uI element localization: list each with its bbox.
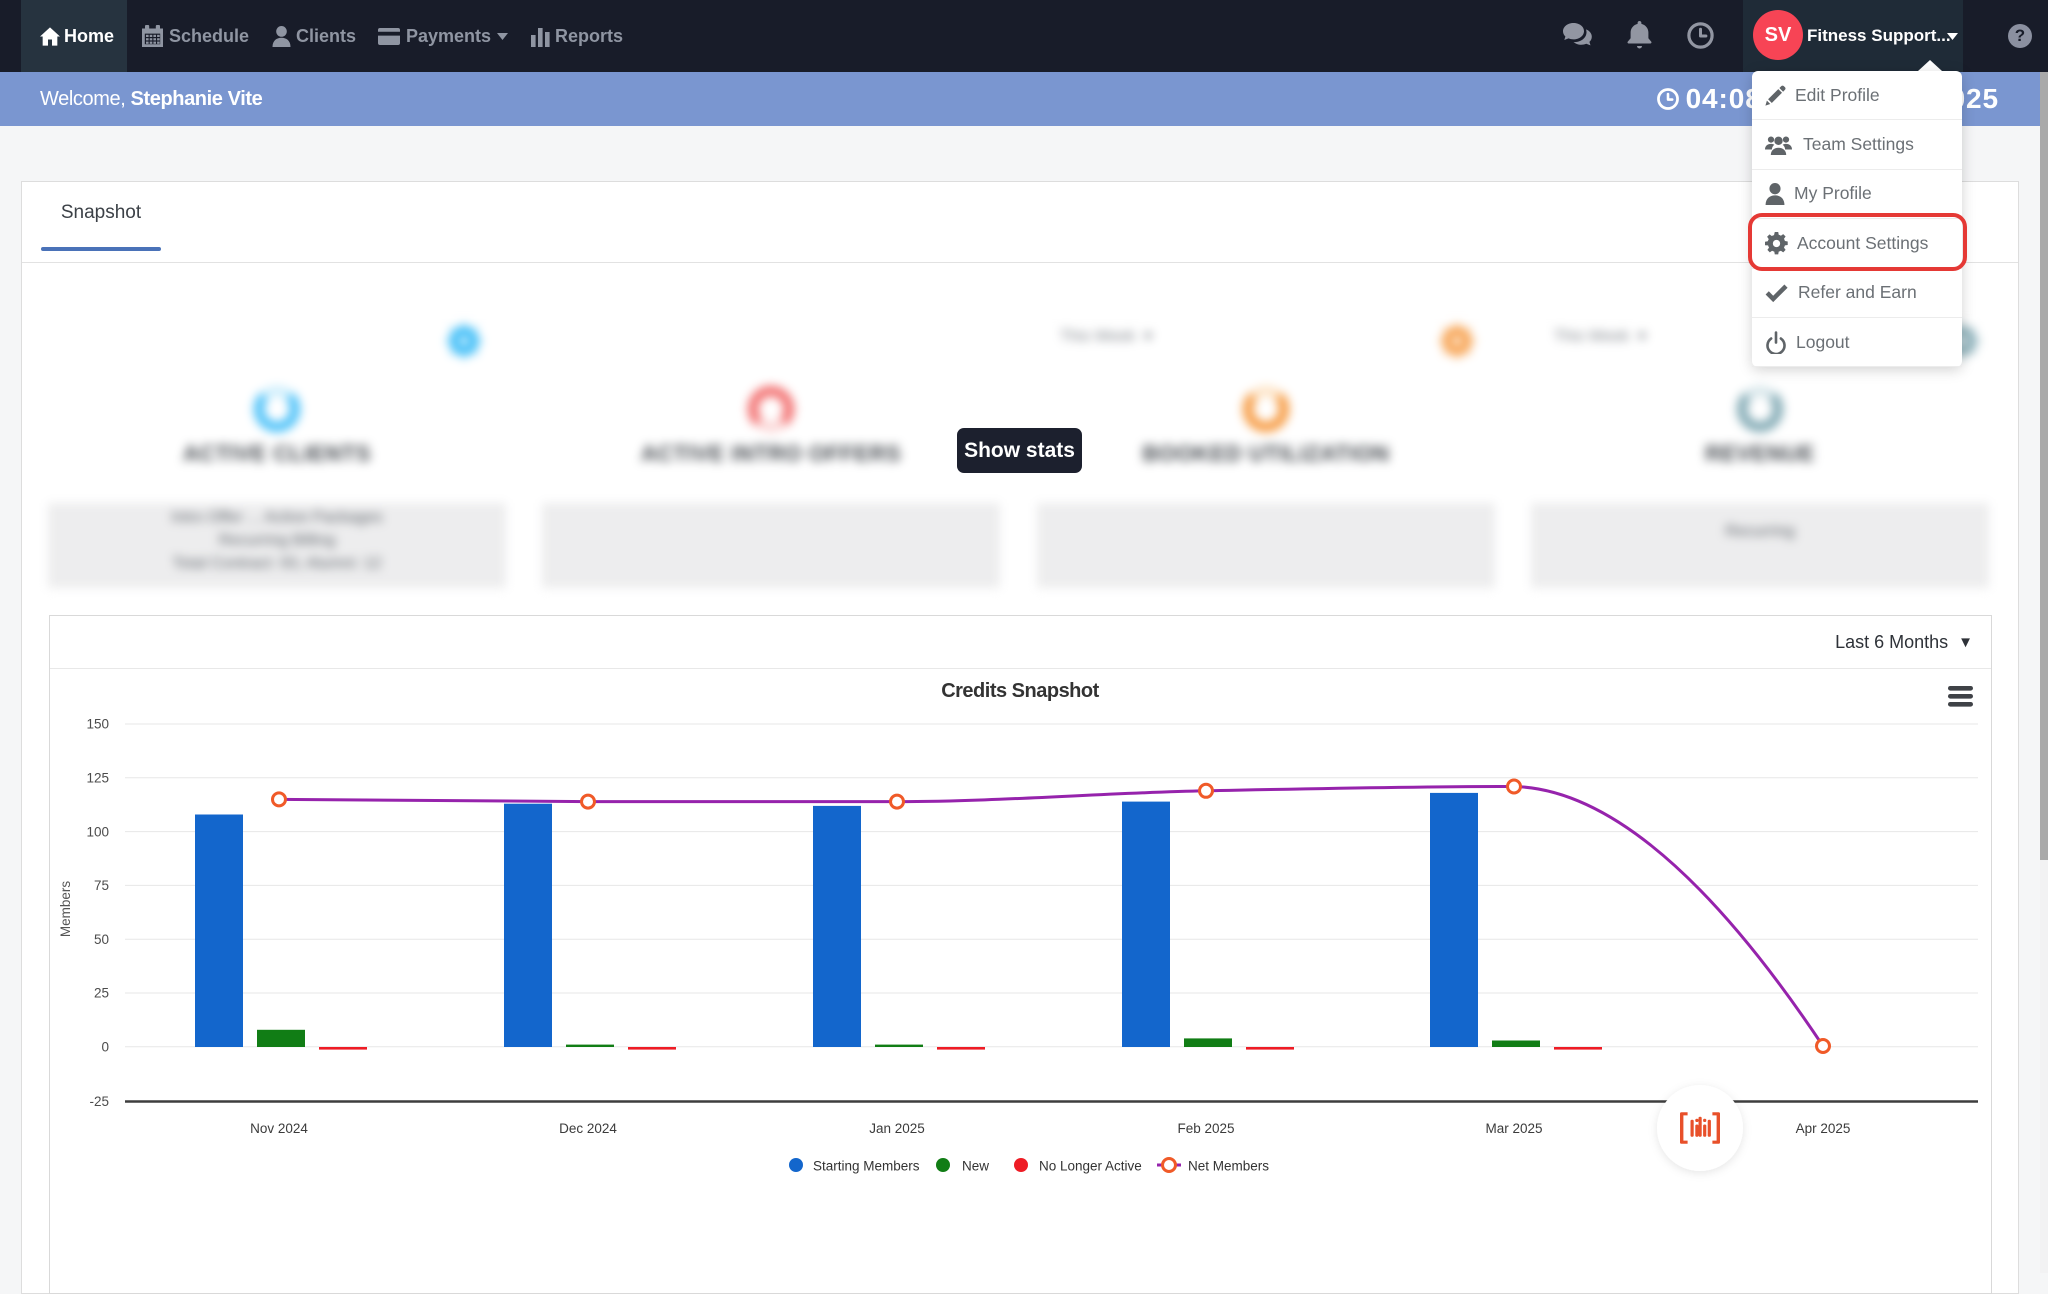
svg-text:New: New xyxy=(962,1159,989,1174)
svg-text:-25: -25 xyxy=(89,1094,109,1109)
svg-text:Apr 2025: Apr 2025 xyxy=(1796,1121,1851,1136)
svg-text:Dec 2024: Dec 2024 xyxy=(559,1121,617,1136)
svg-text:Mar 2025: Mar 2025 xyxy=(1485,1121,1542,1136)
svg-text:100: 100 xyxy=(86,824,109,839)
svg-text:Jan 2025: Jan 2025 xyxy=(869,1121,925,1136)
svg-text:Net Members: Net Members xyxy=(1188,1159,1269,1174)
svg-text:Starting Members: Starting Members xyxy=(813,1159,920,1174)
svg-text:150: 150 xyxy=(86,717,109,732)
svg-text:Feb 2025: Feb 2025 xyxy=(1177,1121,1234,1136)
svg-text:0: 0 xyxy=(101,1040,109,1055)
svg-text:Members: Members xyxy=(58,881,73,938)
svg-text:75: 75 xyxy=(94,878,109,893)
svg-text:Nov 2024: Nov 2024 xyxy=(250,1121,308,1136)
svg-text:25: 25 xyxy=(94,986,109,1001)
svg-text:No Longer Active: No Longer Active xyxy=(1039,1159,1142,1174)
svg-text:50: 50 xyxy=(94,932,109,947)
svg-text:125: 125 xyxy=(86,771,109,786)
svg-text:Credits Snapshot: Credits Snapshot xyxy=(941,680,1099,702)
